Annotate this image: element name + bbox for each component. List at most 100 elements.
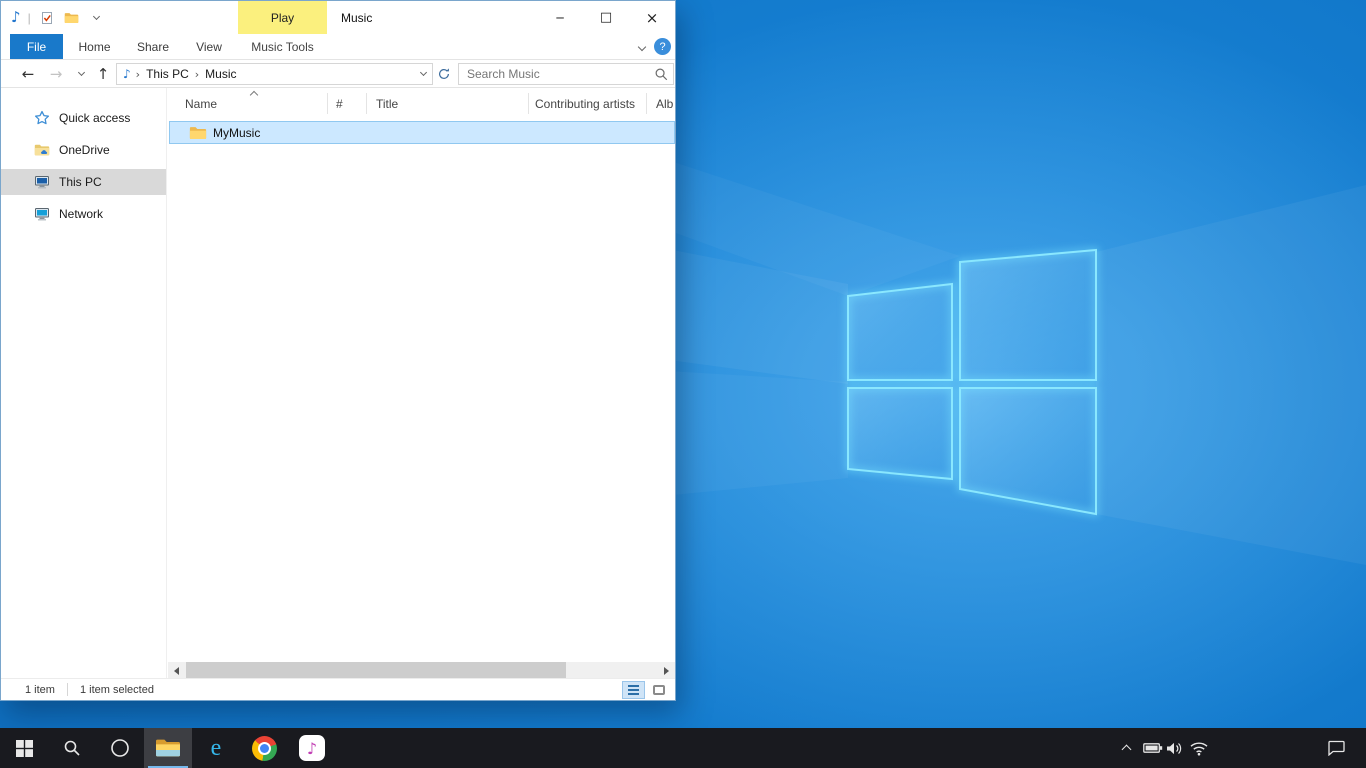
taskbar-file-explorer-button[interactable]: [144, 728, 192, 768]
chrome-button[interactable]: [240, 728, 288, 768]
music-app-icon: ♪: [299, 735, 325, 761]
action-center-icon: [1327, 740, 1345, 756]
action-center-button[interactable]: [1324, 728, 1348, 768]
column-separator[interactable]: [646, 93, 647, 114]
refresh-button[interactable]: [434, 64, 454, 84]
refresh-icon: [437, 67, 451, 81]
taskbar: e ♪: [0, 728, 1366, 768]
column-header-album[interactable]: Alb: [656, 90, 673, 117]
cortana-button[interactable]: [96, 728, 144, 768]
qat-separator: |: [28, 11, 31, 25]
column-separator[interactable]: [528, 93, 529, 114]
show-hidden-icons-button[interactable]: [1118, 728, 1134, 768]
sidebar-item-network[interactable]: Network: [1, 201, 166, 227]
minimize-button[interactable]: ─: [537, 1, 583, 34]
window-title: Music: [341, 1, 372, 34]
battery-icon: [1143, 742, 1163, 754]
tab-share[interactable]: Share: [125, 34, 181, 59]
qat-properties-button[interactable]: [38, 7, 56, 29]
recent-locations-button[interactable]: [73, 60, 89, 88]
search-icon[interactable]: [654, 67, 669, 85]
item-count: 1 item: [25, 684, 55, 696]
file-explorer-icon: [155, 738, 181, 758]
breadcrumb-music[interactable]: Music: [199, 64, 242, 84]
triangle-left-icon: [174, 667, 179, 675]
column-header-contributing-artists[interactable]: Contributing artists: [535, 90, 635, 117]
network-tray-icon[interactable]: [1188, 728, 1210, 768]
tab-file[interactable]: File: [10, 34, 63, 59]
selection-count: 1 item selected: [80, 684, 154, 696]
sidebar-item-label: Quick access: [59, 111, 130, 125]
sidebar-item-label: This PC: [59, 175, 102, 189]
speaker-icon: [1166, 741, 1183, 756]
battery-tray-icon[interactable]: [1142, 728, 1164, 768]
column-separator[interactable]: [366, 93, 367, 114]
properties-icon: [40, 11, 54, 25]
address-music-icon: ♪: [123, 67, 131, 81]
column-header-number[interactable]: #: [336, 90, 343, 117]
chevron-up-icon: [1121, 745, 1131, 755]
cortana-icon: [110, 738, 130, 758]
back-button[interactable]: ←: [15, 60, 41, 88]
folder-icon: [189, 126, 207, 140]
breadcrumb-this-pc[interactable]: This PC: [140, 64, 195, 84]
internet-explorer-icon: e: [211, 736, 222, 760]
qat-new-folder-button[interactable]: [63, 7, 81, 29]
search-icon: [63, 739, 81, 757]
column-header-name[interactable]: Name: [185, 90, 217, 117]
sort-ascending-icon: [250, 91, 258, 99]
quick-access-toolbar: ♪ |: [11, 1, 106, 34]
file-row-mymusic[interactable]: MyMusic: [169, 121, 675, 144]
music-app-button[interactable]: ♪: [288, 728, 336, 768]
sidebar-item-this-pc[interactable]: This PC: [1, 169, 166, 195]
column-separator[interactable]: [327, 93, 328, 114]
sidebar-item-label: Network: [59, 207, 103, 221]
status-divider: [67, 683, 68, 696]
address-bar[interactable]: ♪ › This PC › Music: [116, 63, 433, 85]
contextual-tab-play[interactable]: Play: [238, 1, 327, 34]
star-icon: [34, 110, 50, 126]
scroll-right-button[interactable]: [658, 662, 675, 679]
file-name: MyMusic: [213, 126, 260, 140]
chevron-down-icon: [93, 12, 100, 19]
horizontal-scrollbar[interactable]: [168, 662, 675, 679]
sidebar-item-onedrive[interactable]: OneDrive: [1, 137, 166, 163]
scroll-left-button[interactable]: [168, 662, 185, 679]
details-view-icon: [628, 685, 639, 695]
volume-tray-icon[interactable]: [1164, 728, 1184, 768]
forward-button[interactable]: →: [43, 60, 69, 88]
window-controls: ─ □ ×: [537, 1, 675, 34]
chrome-icon: [252, 736, 277, 761]
qat-customize-button[interactable]: [88, 7, 106, 29]
tab-music-tools[interactable]: Music Tools: [238, 34, 327, 59]
sidebar-item-label: OneDrive: [59, 143, 110, 157]
title-bar[interactable]: ♪ | Play Music ─ □ ×: [1, 1, 675, 34]
windows-start-icon: [16, 740, 33, 757]
expand-ribbon-button[interactable]: [635, 41, 649, 55]
this-pc-icon: [34, 174, 50, 190]
details-view-button[interactable]: [622, 681, 645, 699]
explorer-window: ♪ | Play Music ─ □ × File Home Share Vie…: [0, 0, 676, 701]
large-icons-view-icon: [653, 685, 665, 695]
tab-view[interactable]: View: [183, 34, 235, 59]
tab-home[interactable]: Home: [67, 34, 122, 59]
up-button[interactable]: ↑: [91, 60, 115, 88]
scrollbar-thumb[interactable]: [186, 662, 566, 679]
address-dropdown-button[interactable]: [414, 64, 432, 84]
chevron-down-icon: [77, 69, 84, 76]
maximize-button[interactable]: □: [583, 1, 629, 34]
chevron-down-icon: [419, 69, 426, 76]
internet-explorer-button[interactable]: e: [192, 728, 240, 768]
column-header-title[interactable]: Title: [376, 90, 398, 117]
sidebar-item-quick-access[interactable]: Quick access: [1, 105, 166, 131]
search-input[interactable]: [459, 64, 649, 84]
navigation-bar: ← → ↑ ♪ › This PC › Music: [1, 59, 675, 88]
start-button[interactable]: [0, 728, 48, 768]
view-toggle-buttons: [622, 681, 670, 699]
taskbar-search-button[interactable]: [48, 728, 96, 768]
ribbon-tab-row: File Home Share View Music Tools ?: [1, 34, 675, 59]
close-button[interactable]: ×: [629, 1, 675, 34]
new-folder-icon: [64, 12, 79, 24]
help-button[interactable]: ?: [654, 38, 671, 55]
large-icons-view-button[interactable]: [647, 681, 670, 699]
